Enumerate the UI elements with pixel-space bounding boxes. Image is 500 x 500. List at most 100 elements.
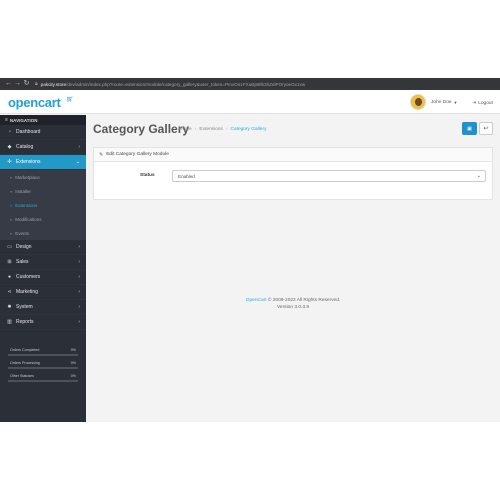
sidebar-item-design[interactable]: ▭ Design › — [0, 240, 86, 255]
user-icon: ● — [7, 274, 12, 280]
breadcrumb-extensions[interactable]: Extensions — [199, 127, 222, 132]
avatar — [410, 94, 426, 110]
admin-header: opencart 🛒︎ John Doe ▼ ⇥ Logout — [0, 90, 500, 114]
footer: OpenCart © 2009-2022 All Rights Reserved… — [86, 298, 500, 310]
status-selected-value: Enabled — [178, 173, 195, 179]
logout-link[interactable]: ⇥ Logout — [472, 100, 493, 106]
stat-label: Orders Processing — [10, 361, 40, 365]
order-stats: Orders Completed 0% Orders Processing 0%… — [8, 347, 78, 386]
version-text: Version 3.0.3.8 — [276, 305, 309, 310]
breadcrumb-home[interactable]: Home — [179, 127, 192, 132]
sidebar-item-label: Dashboard — [16, 129, 41, 135]
submenu-item-extensions[interactable]: » Extensions — [0, 198, 86, 212]
angle-right-icon: » — [10, 174, 13, 180]
stat-value: 0% — [70, 374, 76, 378]
sidebar-item-label: Customers — [16, 274, 41, 280]
sidebar-item-label: Extensions — [16, 159, 41, 165]
dashboard-icon: ◔ — [7, 129, 12, 135]
main-content: Category Gallery Home › Extensions › Cat… — [86, 115, 500, 422]
sidebar-item-label: Reports — [16, 319, 34, 325]
stat-orders-completed: Orders Completed 0% — [8, 347, 78, 360]
sidebar-item-label: Catalog — [16, 144, 34, 150]
angle-right-icon: » — [10, 216, 13, 222]
screenshot-frame: ← → ↻ 🔒︎ pakcity.store /dev/admin/index.… — [0, 78, 500, 422]
bars-icon: ≡ — [5, 117, 8, 123]
sidebar-item-system[interactable]: ✹ System › — [0, 300, 86, 315]
sidebar-item-label: Sales — [16, 259, 29, 265]
share-icon: ⋖ — [7, 289, 12, 295]
chevron-right-icon: › — [78, 259, 80, 265]
breadcrumb-separator: › — [225, 127, 228, 132]
sidebar-item-catalog[interactable]: ◆ Catalog › — [0, 140, 86, 155]
url-path: /dev/admin/index.php?route=extension/mod… — [66, 81, 306, 87]
submenu-item-modifications[interactable]: » Modifications — [0, 212, 86, 226]
navigation-label: NAVIGATION — [9, 117, 38, 123]
opencart-link[interactable]: OpenCart — [246, 298, 267, 303]
reload-icon[interactable]: ↻ — [22, 78, 31, 90]
submenu-item-label: Extensions — [15, 202, 38, 208]
progress-bar — [8, 367, 78, 369]
submenu-item-events[interactable]: » Events — [0, 226, 86, 240]
panel-title: Edit Category Gallery Module — [106, 152, 169, 157]
user-menu[interactable]: John Doe ▼ — [410, 94, 458, 110]
copyright-text: © 2009-2022 All Rights Reserved. — [267, 298, 341, 303]
stat-value: 0% — [70, 348, 76, 352]
submenu-item-label: Installer — [15, 188, 31, 194]
sidebar-item-extensions[interactable]: ✣ Extensions ⌄ — [0, 155, 86, 170]
sidebar-item-label: Marketing — [16, 289, 38, 295]
url-host: pakcity.store — [40, 81, 67, 87]
address-bar[interactable]: 🔒︎ pakcity.store /dev/admin/index.php?ro… — [35, 80, 305, 89]
chevron-down-icon: ⌄ — [476, 173, 481, 179]
status-label: Status — [140, 173, 155, 178]
save-icon: ▣ — [467, 125, 472, 132]
sidebar: ≡ NAVIGATION ◔ Dashboard ◆ Catalog › ✣ E… — [0, 115, 86, 422]
sidebar-item-label: System — [16, 304, 33, 310]
logout-label: Logout — [478, 100, 493, 106]
chevron-right-icon: › — [78, 319, 80, 325]
panel-heading: ✎ Edit Category Gallery Module — [94, 148, 492, 162]
sidebar-item-dashboard[interactable]: ◔ Dashboard — [0, 125, 86, 140]
back-arrow-icon[interactable]: ← — [4, 78, 13, 90]
monitor-icon: ▭ — [7, 244, 12, 250]
submenu-item-installer[interactable]: » Installer — [0, 184, 86, 198]
submenu-item-label: Events — [15, 230, 29, 236]
progress-bar — [8, 380, 78, 382]
sign-out-icon: ⇥ — [472, 100, 477, 106]
chevron-right-icon: › — [78, 144, 80, 150]
sidebar-item-reports[interactable]: ▥ Reports › — [0, 315, 86, 330]
page-title: Category Gallery — [93, 122, 190, 136]
progress-bar — [8, 354, 78, 356]
breadcrumb-current[interactable]: Category Gallery — [230, 127, 266, 132]
navigation-header: ≡ NAVIGATION — [0, 115, 86, 125]
cart-logo-icon: 🛒︎ — [66, 97, 74, 103]
caret-down-icon: ▼ — [453, 99, 458, 105]
angle-right-icon: » — [10, 230, 13, 236]
back-button[interactable]: ↩ — [479, 122, 493, 135]
status-form-row: Status Enabled ⌄ — [94, 170, 492, 184]
stat-value: 0% — [70, 361, 76, 365]
sidebar-item-sales[interactable]: ⊞ Sales › — [0, 255, 86, 270]
status-select[interactable]: Enabled ⌄ — [172, 170, 486, 182]
bar-chart-icon: ▥ — [7, 319, 12, 325]
opencart-logo[interactable]: opencart — [8, 95, 61, 110]
chevron-right-icon: › — [78, 304, 80, 310]
user-name: John Doe — [431, 99, 452, 105]
puzzle-icon: ✣ — [7, 159, 12, 165]
submenu-item-label: Marketplace — [15, 174, 40, 180]
sidebar-item-marketing[interactable]: ⋖ Marketing › — [0, 285, 86, 300]
sidebar-item-label: Design — [16, 244, 32, 250]
pencil-icon: ✎ — [99, 151, 104, 158]
extensions-submenu: » Marketplace » Installer » Extensions » Mod… — [0, 170, 86, 240]
chevron-right-icon: › — [78, 289, 80, 295]
cog-icon: ✹ — [7, 304, 12, 310]
stat-label: Orders Completed — [10, 348, 40, 352]
submenu-item-marketplace[interactable]: » Marketplace — [0, 170, 86, 184]
save-button[interactable]: ▣ — [462, 122, 477, 135]
cart-icon: ⊞ — [7, 259, 12, 265]
forward-arrow-icon[interactable]: → — [13, 78, 22, 90]
chevron-down-icon: ⌄ — [75, 159, 80, 165]
sidebar-item-customers[interactable]: ● Customers › — [0, 270, 86, 285]
footer-copyright-line: OpenCart © 2009-2022 All Rights Reserved… — [86, 298, 500, 303]
stat-other-statuses: Other Statuses 0% — [8, 373, 78, 386]
breadcrumb: Home › Extensions › Category Gallery — [179, 127, 266, 132]
